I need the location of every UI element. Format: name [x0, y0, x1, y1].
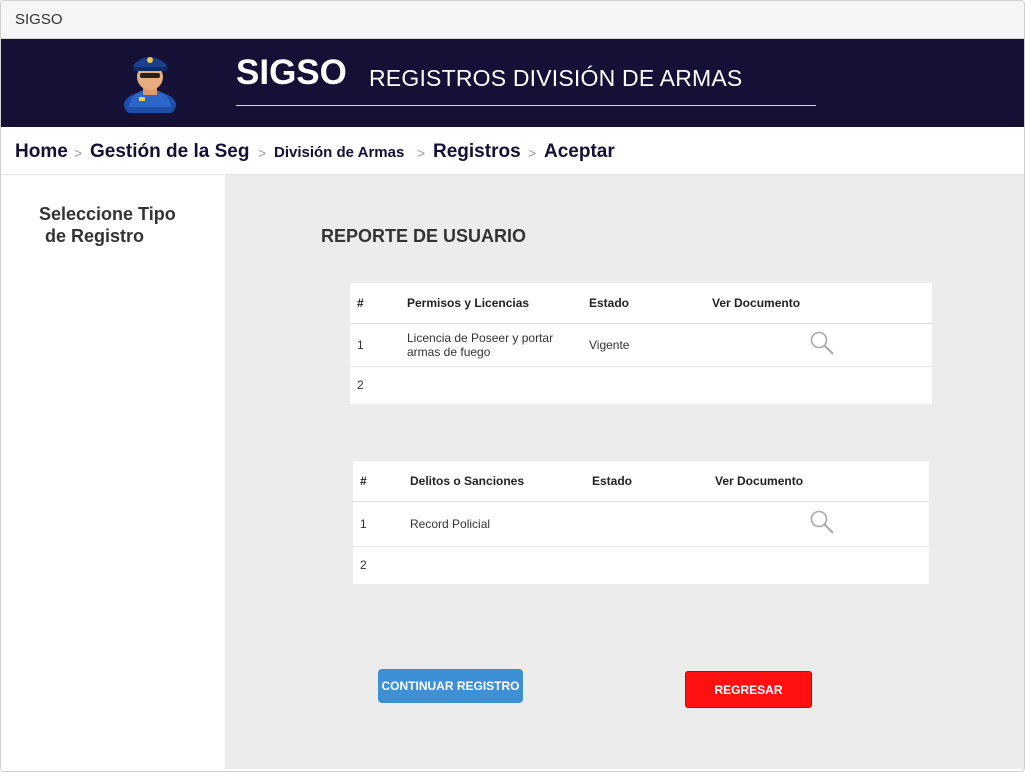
sidebar: Seleccione Tipo de Registro	[1, 175, 225, 771]
row-document	[712, 366, 932, 404]
column-header-status: Estado	[585, 461, 715, 502]
breadcrumb-gestion[interactable]: Gestión de la Seg	[90, 141, 249, 163]
row-number: 2	[357, 378, 364, 393]
back-button[interactable]: REGRESAR	[685, 671, 812, 708]
offenses-table: # Delitos o Sanciones Estado Ver Documen…	[353, 461, 929, 584]
row-name	[403, 546, 585, 584]
column-header-status: Estado	[582, 283, 712, 324]
breadcrumb-separator: >	[528, 145, 537, 161]
window-title: SIGSO	[15, 11, 63, 28]
header-divider	[236, 105, 816, 106]
magnifier-icon[interactable]	[809, 330, 835, 356]
column-header-number: #	[350, 283, 400, 324]
breadcrumb-aceptar[interactable]: Aceptar	[544, 141, 615, 163]
report-title: REPORTE DE USUARIO	[321, 226, 527, 246]
row-name-text: Licencia de Poseer y portar armas de fue…	[407, 330, 554, 359]
magnifier-icon[interactable]	[809, 509, 835, 535]
table-header-row: # Delitos o Sanciones Estado Ver Documen…	[353, 461, 929, 502]
row-document	[715, 546, 929, 584]
police-officer-icon	[124, 57, 176, 113]
row-number: 1	[350, 323, 400, 367]
breadcrumb-division[interactable]: División de Armas	[274, 144, 404, 161]
row-name	[400, 366, 582, 404]
row-name: Record Policial	[403, 501, 585, 547]
row-document	[715, 501, 929, 547]
column-header-offenses: Delitos o Sanciones	[403, 461, 585, 502]
row-status	[585, 546, 715, 584]
sidebar-title-line2: de Registro	[45, 226, 145, 246]
window-titlebar: SIGSO	[1, 1, 1024, 39]
column-header-permits: Permisos y Licencias	[400, 283, 582, 324]
main-content: REPORTE DE USUARIO # Permisos y Licencia…	[225, 175, 1024, 769]
row-status: Vigente	[582, 323, 712, 367]
app-header: SIGSO REGISTROS DIVISIÓN DE ARMAS	[1, 39, 1024, 127]
continue-registration-button[interactable]: CONTINUAR REGISTRO	[378, 669, 523, 703]
table-row: 1 Record Policial	[353, 501, 929, 547]
breadcrumb-separator: >	[258, 145, 267, 161]
row-name: Licencia de Poseer y portar armas de fue…	[400, 323, 582, 367]
table-row: 2	[353, 546, 929, 584]
sidebar-title-line1: Seleccione Tipo	[39, 204, 176, 224]
breadcrumb-home[interactable]: Home	[15, 141, 68, 163]
column-header-number: #	[353, 461, 403, 502]
breadcrumb: Home > Gestión de la Seg > División de A…	[1, 127, 1024, 175]
sidebar-title: Seleccione Tipo de Registro	[39, 203, 176, 247]
table-row: 2	[350, 366, 932, 404]
row-status	[585, 501, 715, 547]
app-window: SIGSO SIGSO REGISTROS DIVISIÓN DE ARMAS …	[0, 0, 1025, 772]
row-document	[712, 323, 932, 367]
row-number: 1	[353, 501, 403, 547]
breadcrumb-separator: >	[417, 145, 426, 161]
page-subtitle: REGISTROS DIVISIÓN DE ARMAS	[369, 65, 743, 91]
table-row: 1 Licencia de Poseer y portar armas de f…	[350, 323, 932, 367]
column-header-document: Ver Documento	[712, 283, 932, 324]
table-header-row: # Permisos y Licencias Estado Ver Docume…	[350, 283, 932, 324]
breadcrumb-separator: >	[74, 145, 83, 161]
row-number: 2	[360, 558, 367, 573]
permits-table: # Permisos y Licencias Estado Ver Docume…	[350, 283, 932, 404]
breadcrumb-registros[interactable]: Registros	[433, 141, 521, 163]
row-status	[582, 366, 712, 404]
column-header-document: Ver Documento	[715, 461, 929, 502]
app-brand: SIGSO	[236, 53, 347, 92]
